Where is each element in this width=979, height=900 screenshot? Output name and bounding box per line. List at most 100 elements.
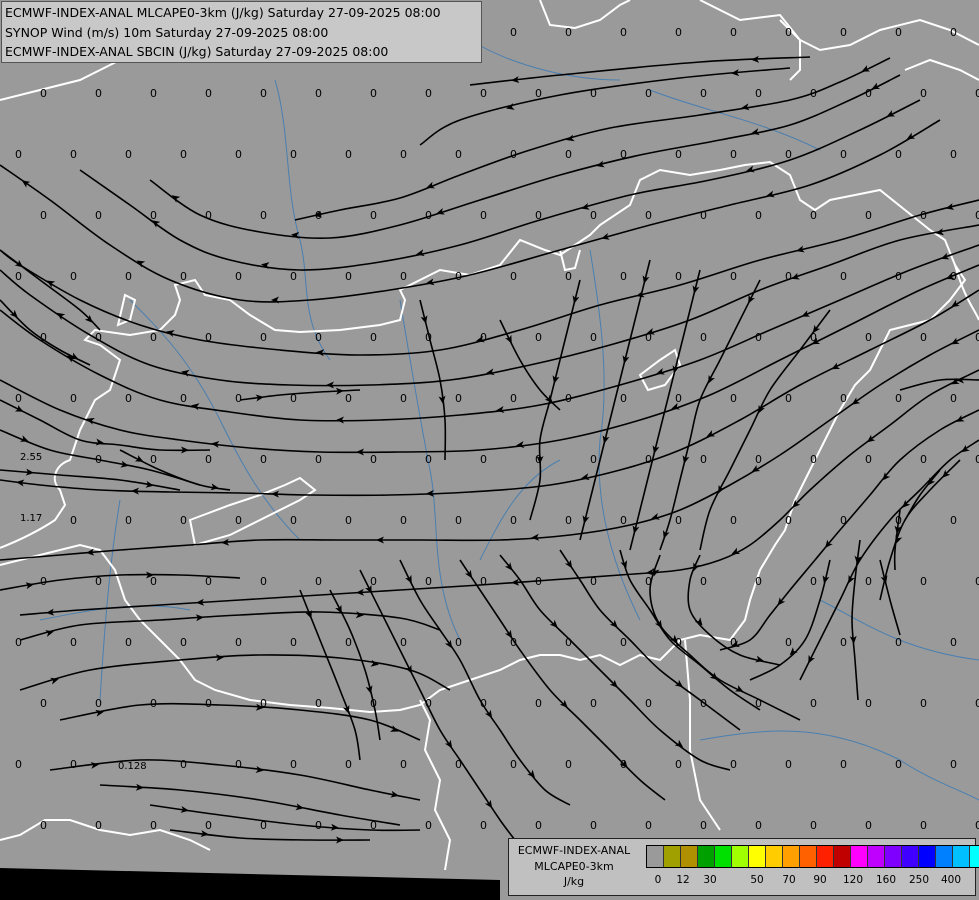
sbcin-value: 0 [975,697,979,710]
sbcin-value: 0 [95,209,102,222]
sbcin-value: 0 [865,819,872,832]
legend-swatch [834,846,851,867]
sbcin-value: 0 [40,819,47,832]
sbcin-value: 0 [950,148,957,161]
sbcin-value: 0 [840,392,847,405]
sbcin-value: 0 [510,148,517,161]
legend-tick-label: 160 [875,874,897,886]
sbcin-value: 0 [15,392,22,405]
sbcin-value: 0 [125,636,132,649]
sbcin-value: 0 [950,636,957,649]
sbcin-value: 0 [535,209,542,222]
sbcin-value: 0 [840,26,847,39]
sbcin-value: 0 [205,87,212,100]
sbcin-value: 0 [920,209,927,222]
legend-source: ECMWF-INDEX-ANAL [517,844,631,857]
sbcin-value: 0 [645,209,652,222]
sbcin-value: 0 [590,453,597,466]
sbcin-value: 0 [95,819,102,832]
sbcin-value: 0 [400,148,407,161]
sbcin-value: 0 [205,453,212,466]
sbcin-value: 0 [425,575,432,588]
sbcin-value: 0 [95,697,102,710]
sbcin-value: 0 [730,636,737,649]
map-header: ECMWF-INDEX-ANAL MLCAPE0-3km (J/kg) Satu… [1,1,482,63]
sbcin-value: 0 [150,87,157,100]
sbcin-value: 0 [950,26,957,39]
sbcin-value: 0 [400,392,407,405]
sbcin-value: 0 [895,26,902,39]
sbcin-value: 0 [480,575,487,588]
sbcin-value: 0 [480,209,487,222]
sbcin-value: 0 [180,636,187,649]
value-label-2-55: 2.55 [20,452,42,463]
legend-units: J/kg [563,875,585,888]
sbcin-value: 0 [70,514,77,527]
sbcin-value: 0 [40,331,47,344]
legend-swatch [715,846,732,867]
sbcin-value: 0 [535,331,542,344]
sbcin-value: 0 [510,514,517,527]
sbcin-value: 0 [425,819,432,832]
sbcin-value: 0 [785,392,792,405]
sbcin-value: 0 [180,270,187,283]
sbcin-value: 0 [840,270,847,283]
sbcin-value: 0 [290,758,297,771]
sbcin-value: 0 [260,453,267,466]
legend-tick-label: 12 [676,874,690,886]
sbcin-value: 0 [810,697,817,710]
sbcin-value: 0 [920,697,927,710]
sbcin-value: 0 [675,270,682,283]
sbcin-value: 0 [205,819,212,832]
legend-swatch [902,846,919,867]
sbcin-value: 0 [810,87,817,100]
sbcin-value: 0 [810,331,817,344]
sbcin-value: 0 [840,514,847,527]
sbcin-value: 0 [700,87,707,100]
legend-swatch [698,846,715,867]
sbcin-value: 0 [755,575,762,588]
sbcin-value: 0 [730,26,737,39]
sbcin-value: 0 [370,87,377,100]
sbcin-value: 0 [730,148,737,161]
sbcin-value: 0 [235,392,242,405]
header-line-mlcape: ECMWF-INDEX-ANAL MLCAPE0-3km (J/kg) Satu… [5,5,441,20]
sbcin-value: 0 [150,697,157,710]
sbcin-value: 0 [425,87,432,100]
sbcin-value: 0 [590,331,597,344]
sbcin-value: 0 [590,697,597,710]
sbcin-value: 0 [730,758,737,771]
sbcin-value: 0 [700,453,707,466]
sbcin-value: 0 [675,26,682,39]
sbcin-value: 0 [700,819,707,832]
sbcin-value: 0 [235,514,242,527]
sbcin-value: 0 [480,453,487,466]
sbcin-value: 0 [730,270,737,283]
sbcin-value: 0 [260,575,267,588]
sbcin-value: 0 [675,636,682,649]
sbcin-value: 0 [700,209,707,222]
sbcin-value: 0 [370,453,377,466]
sbcin-value: 0 [975,87,979,100]
sbcin-value: 0 [950,270,957,283]
sbcin-value: 0 [315,697,322,710]
sbcin-value: 0 [510,26,517,39]
sbcin-value: 0 [535,697,542,710]
sbcin-value: 0 [730,514,737,527]
sbcin-value: 0 [620,148,627,161]
sbcin-value: 0 [675,148,682,161]
sbcin-value: 0 [895,514,902,527]
sbcin-value: 0 [645,331,652,344]
sbcin-value: 0 [70,636,77,649]
sbcin-value: 0 [510,392,517,405]
sbcin-value: 0 [70,758,77,771]
sbcin-value: 0 [260,87,267,100]
sbcin-value: 0 [975,453,979,466]
sbcin-value: 0 [455,636,462,649]
sbcin-value: 0 [865,453,872,466]
sbcin-value: 0 [370,697,377,710]
sbcin-value: 0 [565,270,572,283]
sbcin-value: 0 [205,209,212,222]
sbcin-value: 0 [455,758,462,771]
sbcin-value: 0 [345,514,352,527]
